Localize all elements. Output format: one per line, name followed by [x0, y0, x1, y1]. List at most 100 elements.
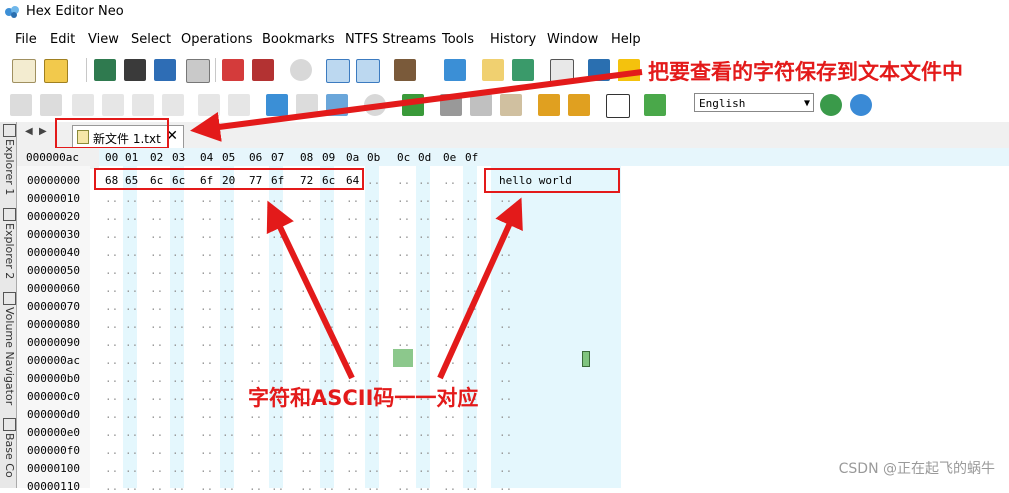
hex-byte[interactable]: ..: [346, 462, 359, 475]
hex-view[interactable]: 000000ac 00 01 02 03 04 05 06 07 08 09 0a 0b 0c 0d 0e 0…: [17, 148, 1009, 493]
hex-byte[interactable]: ..: [397, 444, 410, 457]
hex-byte[interactable]: ..: [397, 480, 410, 493]
side-tab-base-converter[interactable]: Base Co: [0, 418, 16, 478]
hex-byte[interactable]: ..: [222, 480, 235, 493]
hex-byte[interactable]: ..: [300, 282, 313, 295]
hex-byte[interactable]: ..: [200, 228, 213, 241]
hex-byte[interactable]: ..: [222, 192, 235, 205]
hex-byte[interactable]: ..: [222, 282, 235, 295]
hex-byte[interactable]: ..: [322, 426, 335, 439]
hex-byte[interactable]: ..: [346, 282, 359, 295]
ascii-row[interactable]: ..: [499, 264, 512, 277]
hex-byte[interactable]: ..: [200, 246, 213, 259]
hex-byte[interactable]: ..: [125, 444, 138, 457]
hex-byte[interactable]: ..: [172, 282, 185, 295]
hex-byte[interactable]: ..: [222, 390, 235, 403]
hex-byte[interactable]: ..: [249, 228, 262, 241]
menu-operations[interactable]: Operations: [181, 32, 252, 47]
hex-byte[interactable]: ..: [346, 192, 359, 205]
hex-byte[interactable]: ..: [172, 192, 185, 205]
hex-byte[interactable]: ..: [322, 228, 335, 241]
hex-byte[interactable]: ..: [465, 282, 478, 295]
hex-byte[interactable]: ..: [397, 318, 410, 331]
paste-icon[interactable]: [132, 94, 154, 116]
hex-byte[interactable]: ..: [443, 210, 456, 223]
menu-help[interactable]: Help: [611, 32, 641, 47]
hex-byte[interactable]: ..: [418, 354, 431, 367]
hex-byte[interactable]: ..: [465, 480, 478, 493]
menu-tools[interactable]: Tools: [442, 32, 474, 47]
hex-byte[interactable]: ..: [125, 210, 138, 223]
hex-byte[interactable]: ..: [397, 210, 410, 223]
hex-byte[interactable]: ..: [105, 228, 118, 241]
hex-byte[interactable]: ..: [346, 444, 359, 457]
hex-byte[interactable]: ..: [418, 318, 431, 331]
hex-byte[interactable]: ..: [300, 228, 313, 241]
hex-byte[interactable]: ..: [150, 246, 163, 259]
hex-byte[interactable]: ..: [150, 192, 163, 205]
hex-byte[interactable]: ..: [105, 264, 118, 277]
go-to-icon[interactable]: [266, 94, 288, 116]
hex-byte[interactable]: ..: [271, 336, 284, 349]
hex-byte[interactable]: ..: [465, 192, 478, 205]
hex-byte[interactable]: ..: [200, 354, 213, 367]
hex-byte[interactable]: ..: [271, 318, 284, 331]
hex-byte[interactable]: ..: [300, 210, 313, 223]
open-file-icon[interactable]: [44, 59, 68, 83]
hex-byte[interactable]: ..: [249, 264, 262, 277]
hex-byte[interactable]: ..: [222, 372, 235, 385]
save-as-icon[interactable]: [124, 59, 146, 81]
hex-byte[interactable]: ..: [300, 336, 313, 349]
hex-byte[interactable]: ..: [105, 462, 118, 475]
hex-byte[interactable]: ..: [300, 192, 313, 205]
hex-byte[interactable]: ..: [105, 300, 118, 313]
compare-icon[interactable]: [470, 94, 492, 116]
close-file-icon[interactable]: [222, 59, 244, 81]
hex-byte[interactable]: ..: [200, 264, 213, 277]
redo-icon[interactable]: [40, 94, 62, 116]
undo-icon[interactable]: [10, 94, 32, 116]
hex-byte[interactable]: ..: [443, 480, 456, 493]
hex-byte[interactable]: ..: [172, 408, 185, 421]
hex-byte[interactable]: ..: [346, 210, 359, 223]
mail-icon[interactable]: [482, 59, 504, 81]
ascii-row[interactable]: ..: [499, 300, 512, 313]
hex-byte[interactable]: ..: [150, 318, 163, 331]
hex-byte[interactable]: ..: [222, 336, 235, 349]
save-icon[interactable]: [94, 59, 116, 81]
hex-byte[interactable]: ..: [465, 444, 478, 457]
side-tab-volume-navigator[interactable]: Volume Navigator: [0, 292, 16, 405]
hex-byte[interactable]: ..: [418, 228, 431, 241]
hex-byte[interactable]: ..: [443, 444, 456, 457]
hex-byte[interactable]: ..: [200, 372, 213, 385]
hex-byte[interactable]: ..: [397, 192, 410, 205]
hex-byte[interactable]: ..: [150, 336, 163, 349]
hex-byte[interactable]: ..: [222, 444, 235, 457]
hex-byte[interactable]: ..: [172, 426, 185, 439]
hex-byte[interactable]: ..: [105, 354, 118, 367]
hex-byte[interactable]: ..: [172, 318, 185, 331]
hex-byte[interactable]: ..: [322, 462, 335, 475]
ascii-row[interactable]: ..: [499, 282, 512, 295]
forward-icon[interactable]: [296, 94, 318, 116]
ascii-row[interactable]: ..: [499, 390, 512, 403]
warning-icon[interactable]: [618, 59, 640, 81]
hex-byte[interactable]: ..: [172, 390, 185, 403]
hex-byte[interactable]: ..: [271, 480, 284, 493]
hex-byte[interactable]: ..: [367, 174, 380, 187]
hex-byte[interactable]: ..: [418, 174, 431, 187]
hex-byte[interactable]: ..: [322, 336, 335, 349]
hex-byte[interactable]: ..: [367, 462, 380, 475]
hex-byte[interactable]: ..: [465, 246, 478, 259]
hex-byte[interactable]: ..: [397, 264, 410, 277]
highlight-icon[interactable]: [644, 94, 666, 116]
hex-byte[interactable]: ..: [105, 480, 118, 493]
ascii-row[interactable]: ..: [499, 210, 512, 223]
hex-byte[interactable]: ..: [200, 462, 213, 475]
hex-byte[interactable]: ..: [271, 426, 284, 439]
hex-byte[interactable]: ..: [200, 408, 213, 421]
hex-byte[interactable]: ..: [300, 462, 313, 475]
hex-byte[interactable]: ..: [105, 426, 118, 439]
hex-byte[interactable]: ..: [367, 210, 380, 223]
hex-byte[interactable]: ..: [222, 408, 235, 421]
